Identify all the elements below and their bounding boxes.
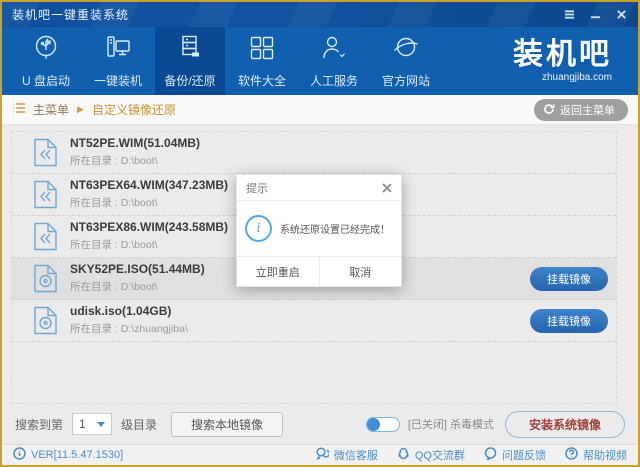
close-button[interactable] — [614, 8, 628, 22]
link-label: 微信客服 — [334, 447, 378, 463]
logo-text: 装机吧 — [513, 40, 612, 70]
computer-icon — [103, 33, 133, 66]
info-icon: i — [245, 215, 272, 242]
breadcrumb: 主菜单 ▶ 自定义镜像还原 返回主菜单 — [2, 95, 638, 125]
dialog-footer: 立即重启 取消 — [237, 256, 401, 286]
link-label: QQ交流群 — [415, 447, 465, 463]
search-depth-prefix: 搜索到第 — [15, 416, 63, 433]
search-depth-suffix: 级目录 — [121, 416, 157, 433]
nav-item-one-key-install[interactable]: 一键装机 — [83, 27, 153, 95]
statusbar: VER[11.5.47.1530] 微信客服 QQ交流群 问题反馈 — [2, 444, 638, 465]
cancel-button[interactable]: 取消 — [320, 257, 402, 286]
usb-icon — [31, 33, 61, 66]
wechat-icon — [316, 447, 329, 463]
link-label: 问题反馈 — [502, 447, 546, 463]
bottom-controls: 搜索到第 1 级目录 搜索本地镜像 [已关闭] 杀毒模式 安装系统镜像 — [2, 409, 638, 439]
nav-item-website[interactable]: 官方网站 — [371, 27, 441, 95]
file-name: SKY52PE.ISO(51.44MB) — [70, 263, 205, 276]
nav-item-label: 官方网站 — [382, 72, 430, 89]
feedback-icon — [484, 447, 497, 463]
file-iso-icon — [33, 264, 58, 293]
mount-image-button[interactable]: 挂载镜像 — [530, 309, 608, 333]
list-item[interactable]: udisk.iso(1.04GB) 所在目录 : D:\zhuangjiba\ … — [12, 300, 616, 342]
backup-restore-icon — [175, 33, 205, 66]
info-circle-icon — [13, 447, 26, 463]
breadcrumb-current: 自定义镜像还原 — [92, 101, 176, 118]
breadcrumb-arrow-icon: ▶ — [77, 104, 84, 115]
minimize-button[interactable] — [588, 8, 602, 22]
file-name: NT63PEX64.WIM(347.23MB) — [70, 179, 228, 192]
brand-logo: 装机吧 zhuangjiba.com — [513, 27, 612, 95]
install-system-image-button[interactable]: 安装系统镜像 — [505, 411, 625, 438]
version-info: VER[11.5.47.1530] — [13, 447, 123, 463]
menu-icon[interactable] — [562, 8, 576, 22]
dialog-close-icon[interactable] — [382, 183, 392, 193]
file-name: NT52PE.WIM(51.04MB) — [70, 137, 200, 150]
app-window: 装机吧一键重装系统 U 盘启动 一键装机 — [0, 0, 640, 467]
nav-item-label: 人工服务 — [310, 72, 358, 89]
list-icon — [12, 102, 26, 117]
file-name: NT63PEX86.WIM(243.58MB) — [70, 221, 228, 234]
nav-item-backup-restore[interactable]: 备份/还原 — [155, 27, 225, 95]
depth-value: 1 — [79, 417, 86, 431]
file-path: 所在目录 : D:\zhuangjiba\ — [70, 321, 188, 336]
prompt-dialog: 提示 i 系统还原设置已经完成！ 立即重启 取消 — [236, 174, 402, 287]
main-nav: U 盘启动 一键装机 备份/还原 软件大全 人工服务 — [2, 27, 638, 95]
list-item[interactable]: NT52PE.WIM(51.04MB) 所在目录 : D:\boot\ — [12, 132, 616, 174]
back-button-label: 返回主菜单 — [560, 102, 615, 118]
help-icon — [565, 447, 578, 463]
search-local-images-button[interactable]: 搜索本地镜像 — [171, 412, 283, 437]
apps-grid-icon — [247, 33, 277, 66]
titlebar: 装机吧一键重装系统 — [2, 2, 638, 27]
file-wim-icon — [33, 138, 58, 167]
breadcrumb-root[interactable]: 主菜单 — [33, 101, 69, 118]
file-wim-icon — [33, 180, 58, 209]
window-title: 装机吧一键重装系统 — [12, 6, 129, 23]
antivirus-mode-toggle[interactable] — [366, 417, 400, 432]
file-name: udisk.iso(1.04GB) — [70, 305, 188, 318]
wechat-support-link[interactable]: 微信客服 — [316, 447, 378, 463]
return-icon — [543, 102, 555, 117]
file-path: 所在目录 : D:\boot\ — [70, 195, 228, 210]
dialog-message: 系统还原设置已经完成！ — [280, 221, 390, 236]
file-wim-icon — [33, 222, 58, 251]
depth-select[interactable]: 1 — [72, 413, 112, 435]
person-icon — [319, 33, 349, 66]
dialog-title: 提示 — [246, 180, 268, 196]
dialog-body: i 系统还原设置已经完成！ — [237, 201, 401, 256]
version-text: VER[11.5.47.1530] — [31, 449, 123, 461]
caret-down-icon — [97, 422, 105, 427]
nav-item-software[interactable]: 软件大全 — [227, 27, 297, 95]
qq-icon — [397, 447, 410, 463]
help-video-link[interactable]: 帮助视频 — [565, 447, 627, 463]
link-label: 帮助视频 — [583, 447, 627, 463]
file-path: 所在目录 : D:\boot\ — [70, 279, 205, 294]
globe-icon — [391, 33, 421, 66]
file-path: 所在目录 : D:\boot\ — [70, 153, 200, 168]
return-main-menu-button[interactable]: 返回主菜单 — [534, 99, 628, 121]
antivirus-mode-label: [已关闭] 杀毒模式 — [408, 416, 494, 432]
nav-item-label: 备份/还原 — [164, 72, 215, 89]
file-path: 所在目录 : D:\boot\ — [70, 237, 228, 252]
restart-now-button[interactable]: 立即重启 — [237, 257, 320, 286]
nav-item-label: 软件大全 — [238, 72, 286, 89]
nav-item-label: 一键装机 — [94, 72, 142, 89]
nav-item-usb-boot[interactable]: U 盘启动 — [11, 27, 81, 95]
feedback-link[interactable]: 问题反馈 — [484, 447, 546, 463]
nav-item-support[interactable]: 人工服务 — [299, 27, 369, 95]
nav-item-label: U 盘启动 — [22, 72, 70, 89]
qq-group-link[interactable]: QQ交流群 — [397, 447, 465, 463]
logo-domain: zhuangjiba.com — [542, 72, 612, 83]
mount-image-button[interactable]: 挂载镜像 — [530, 267, 608, 291]
toggle-knob — [367, 418, 380, 431]
dialog-header: 提示 — [237, 175, 401, 201]
file-iso-icon — [33, 306, 58, 335]
